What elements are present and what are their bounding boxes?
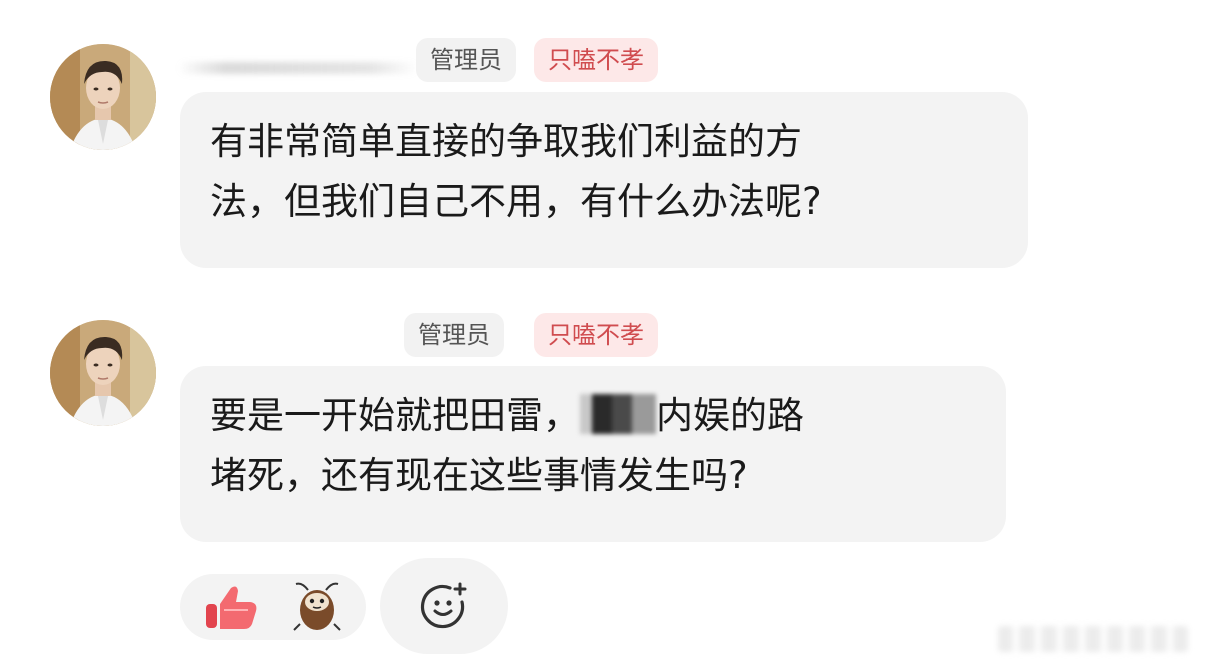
admin-badge: 管理员: [404, 313, 504, 357]
avatar-image: [50, 44, 156, 150]
add-reaction-icon: [418, 580, 470, 632]
watermark-blur: [998, 626, 1188, 652]
avatar[interactable]: [50, 44, 156, 150]
comment-bubble[interactable]: 要是一开始就把田雷， 内娱的路 堵死，还有现在这些事情发生吗?: [180, 366, 1006, 542]
comment-bubble[interactable]: 有非常简单直接的争取我们利益的方 法，但我们自己不用，有什么办法呢?: [180, 92, 1028, 268]
comment-text-line: 要是一开始就把田雷， 内娱的路: [210, 386, 976, 446]
username-redacted: [178, 62, 418, 74]
comment-text-segment: 要是一开始就把田雷，: [210, 394, 580, 437]
reactions-bar[interactable]: [180, 574, 366, 640]
admin-badge: 管理员: [416, 38, 516, 82]
censored-mosaic: [580, 394, 656, 434]
title-badge: 只嗑不孝: [534, 313, 658, 357]
comment-text-line: 堵死，还有现在这些事情发生吗?: [210, 454, 748, 497]
avatar-image: [50, 320, 156, 426]
avatar[interactable]: [50, 320, 156, 426]
thumbs-up-icon[interactable]: [204, 584, 260, 630]
comment-text-line: 法，但我们自己不用，有什么办法呢?: [210, 180, 822, 223]
comment-text-segment: 内娱的路: [656, 394, 804, 437]
comment-text-line: 有非常简单直接的争取我们利益的方: [210, 120, 802, 163]
add-reaction-button[interactable]: [380, 558, 508, 654]
cockroach-sticker-icon[interactable]: [290, 580, 344, 634]
title-badge: 只嗑不孝: [534, 38, 658, 82]
